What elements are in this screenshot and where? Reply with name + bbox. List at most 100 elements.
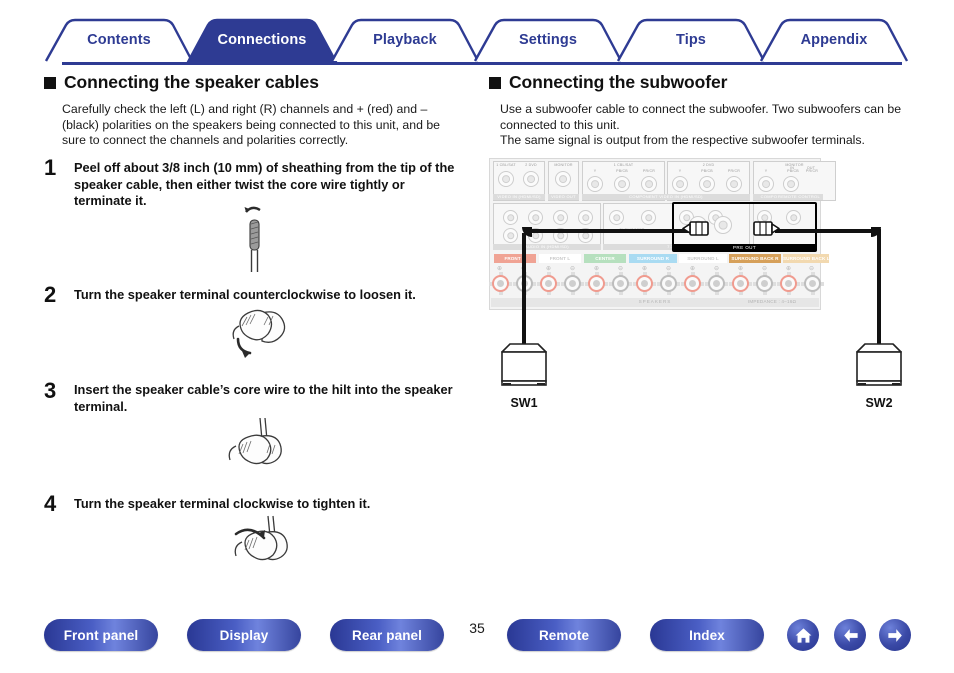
rca-plug-left <box>682 219 714 244</box>
binding-post-negative[interactable] <box>753 272 776 295</box>
rca-jack <box>641 176 657 192</box>
page-number: 35 <box>469 620 485 636</box>
tab-label: Appendix <box>800 32 868 48</box>
remote-control-bar-caption: REMOTE CONTROL <box>777 194 821 200</box>
step-text-4: Turn the speaker terminal clockwise to t… <box>74 496 371 511</box>
subwoofer-sw1-label: SW1 <box>510 396 538 410</box>
step-number-4: 4 <box>44 491 57 516</box>
tab-contents[interactable]: Contents <box>44 18 194 62</box>
component-in-1-jack-pr: PR/CR <box>642 169 656 173</box>
subwoofer-sw1 <box>497 341 551 396</box>
binding-post-positive[interactable] <box>681 272 704 295</box>
tab-connections[interactable]: Connections <box>186 18 338 62</box>
left-intro-paragraph: Carefully check the left (L) and right (… <box>62 102 441 148</box>
component-in-2-jack-y: Y <box>678 169 682 173</box>
binding-post-positive[interactable] <box>729 272 752 295</box>
component-in-2-caption: 2 DVD <box>702 163 715 167</box>
tab-tips[interactable]: Tips <box>616 18 766 62</box>
subwoofer-sw2 <box>852 341 906 396</box>
binding-post-negative[interactable] <box>657 272 680 295</box>
step-number-1: 1 <box>44 155 57 180</box>
tab-label: Contents <box>87 32 151 48</box>
arrow-right-icon[interactable] <box>879 619 911 651</box>
component-out-jack-y: Y <box>764 169 768 173</box>
remote-out-caption: OUT <box>806 166 816 170</box>
video-out-monitor-caption: MONITOR <box>554 163 573 167</box>
tab-settings[interactable]: Settings <box>473 18 623 62</box>
tab-underline <box>62 62 902 65</box>
speaker-label-surround-back-r: SURROUND BACK R <box>729 254 781 263</box>
rca-jack <box>758 176 774 192</box>
rca-jack <box>614 176 630 192</box>
footer-button-rear-panel[interactable]: Rear panel <box>330 619 444 651</box>
subwoofer-cable-left-horizontal <box>528 229 696 233</box>
binding-post-negative[interactable] <box>561 272 584 295</box>
component-in-1-jack-pb: PB/CB <box>616 169 628 173</box>
rca-jack <box>503 228 518 243</box>
tab-bar: Contents Connections Playback Settings T… <box>0 18 954 65</box>
binding-post-positive[interactable] <box>585 272 608 295</box>
speaker-label-surround-l: SURROUND L <box>679 254 727 263</box>
tab-label: Connections <box>217 32 307 48</box>
speaker-label-front-l: FRONT L <box>539 254 581 263</box>
terminal-loosen-illustration <box>216 305 300 367</box>
subwoofer-cable-right-horizontal <box>775 229 881 233</box>
rca-jack <box>726 176 742 192</box>
rca-jack <box>503 210 518 225</box>
rca-jack <box>609 210 624 225</box>
rca-jack <box>555 171 571 187</box>
home-icon[interactable] <box>787 619 819 651</box>
rca-jack <box>699 176 715 192</box>
binding-post-positive[interactable] <box>777 272 800 295</box>
step-number-3: 3 <box>44 378 57 403</box>
component-in-1-jack-y: Y <box>593 169 597 173</box>
right-section-heading: Connecting the subwoofer <box>489 72 727 93</box>
binding-post-negative[interactable] <box>705 272 728 295</box>
pre-out-bar-caption: PRE OUT <box>674 244 815 251</box>
tab-playback[interactable]: Playback <box>330 18 480 62</box>
step-number-2: 2 <box>44 282 57 307</box>
footer-button-front-panel[interactable]: Front panel <box>44 619 158 651</box>
right-intro-paragraph-2: The same signal is output from the respe… <box>500 133 865 147</box>
video-in-bar-caption: VIDEO IN (HDMI/SD) <box>493 194 545 200</box>
speaker-label-center: CENTER <box>584 254 626 263</box>
component-in-2-jack-pb: PB/CB <box>701 169 713 173</box>
binding-post-negative[interactable] <box>801 272 824 295</box>
rca-jack <box>672 176 688 192</box>
twisted-wire-illustration <box>228 200 284 276</box>
bullet-square-icon <box>44 77 56 89</box>
rca-jack <box>553 210 568 225</box>
rca-jack <box>641 210 656 225</box>
binding-post-positive[interactable] <box>633 272 656 295</box>
component-video-in-bar-caption: COMPONENT VIDEO IN (HDMI/SD) <box>582 194 750 200</box>
tab-label: Tips <box>676 32 706 48</box>
footer-button-display[interactable]: Display <box>187 619 301 651</box>
heading-text: Connecting the speaker cables <box>64 72 319 92</box>
footer-button-index[interactable]: Index <box>650 619 764 651</box>
speaker-label-surround-r: SURROUND R <box>629 254 677 263</box>
video-in-dvd-caption: 2 DVD <box>525 163 537 167</box>
arrow-left-icon[interactable] <box>834 619 866 651</box>
rca-jack <box>587 176 603 192</box>
rca-jack <box>578 210 593 225</box>
terminal-tighten-illustration <box>216 514 308 578</box>
subwoofer-sw2-label: SW2 <box>865 396 893 410</box>
impedance-note: IMPEDANCE : 4–16Ω <box>747 299 797 304</box>
tab-appendix[interactable]: Appendix <box>759 18 909 62</box>
tab-label: Playback <box>373 32 437 48</box>
component-in-2-jack-pr: PR/CR <box>727 169 741 173</box>
left-section-heading: Connecting the speaker cables <box>44 72 319 93</box>
subwoofer-cable-left-vertical <box>522 233 526 353</box>
remote-in-caption: IN <box>790 166 794 170</box>
rca-jack <box>528 210 543 225</box>
tab-label: Settings <box>519 32 577 48</box>
right-intro-paragraph-1: Use a subwoofer cable to connect the sub… <box>500 102 902 132</box>
binding-post-negative[interactable] <box>609 272 632 295</box>
component-in-1-caption: 1 CBL/SAT <box>613 163 634 167</box>
heading-text: Connecting the subwoofer <box>509 72 728 92</box>
binding-post-positive[interactable] <box>489 272 512 295</box>
step-text-3: Insert the speaker cable’s core wire to … <box>74 382 453 414</box>
binding-post-positive[interactable] <box>537 272 560 295</box>
footer-button-remote[interactable]: Remote <box>507 619 621 651</box>
speaker-label-surround-back-l: SURROUND BACK L <box>783 254 830 263</box>
